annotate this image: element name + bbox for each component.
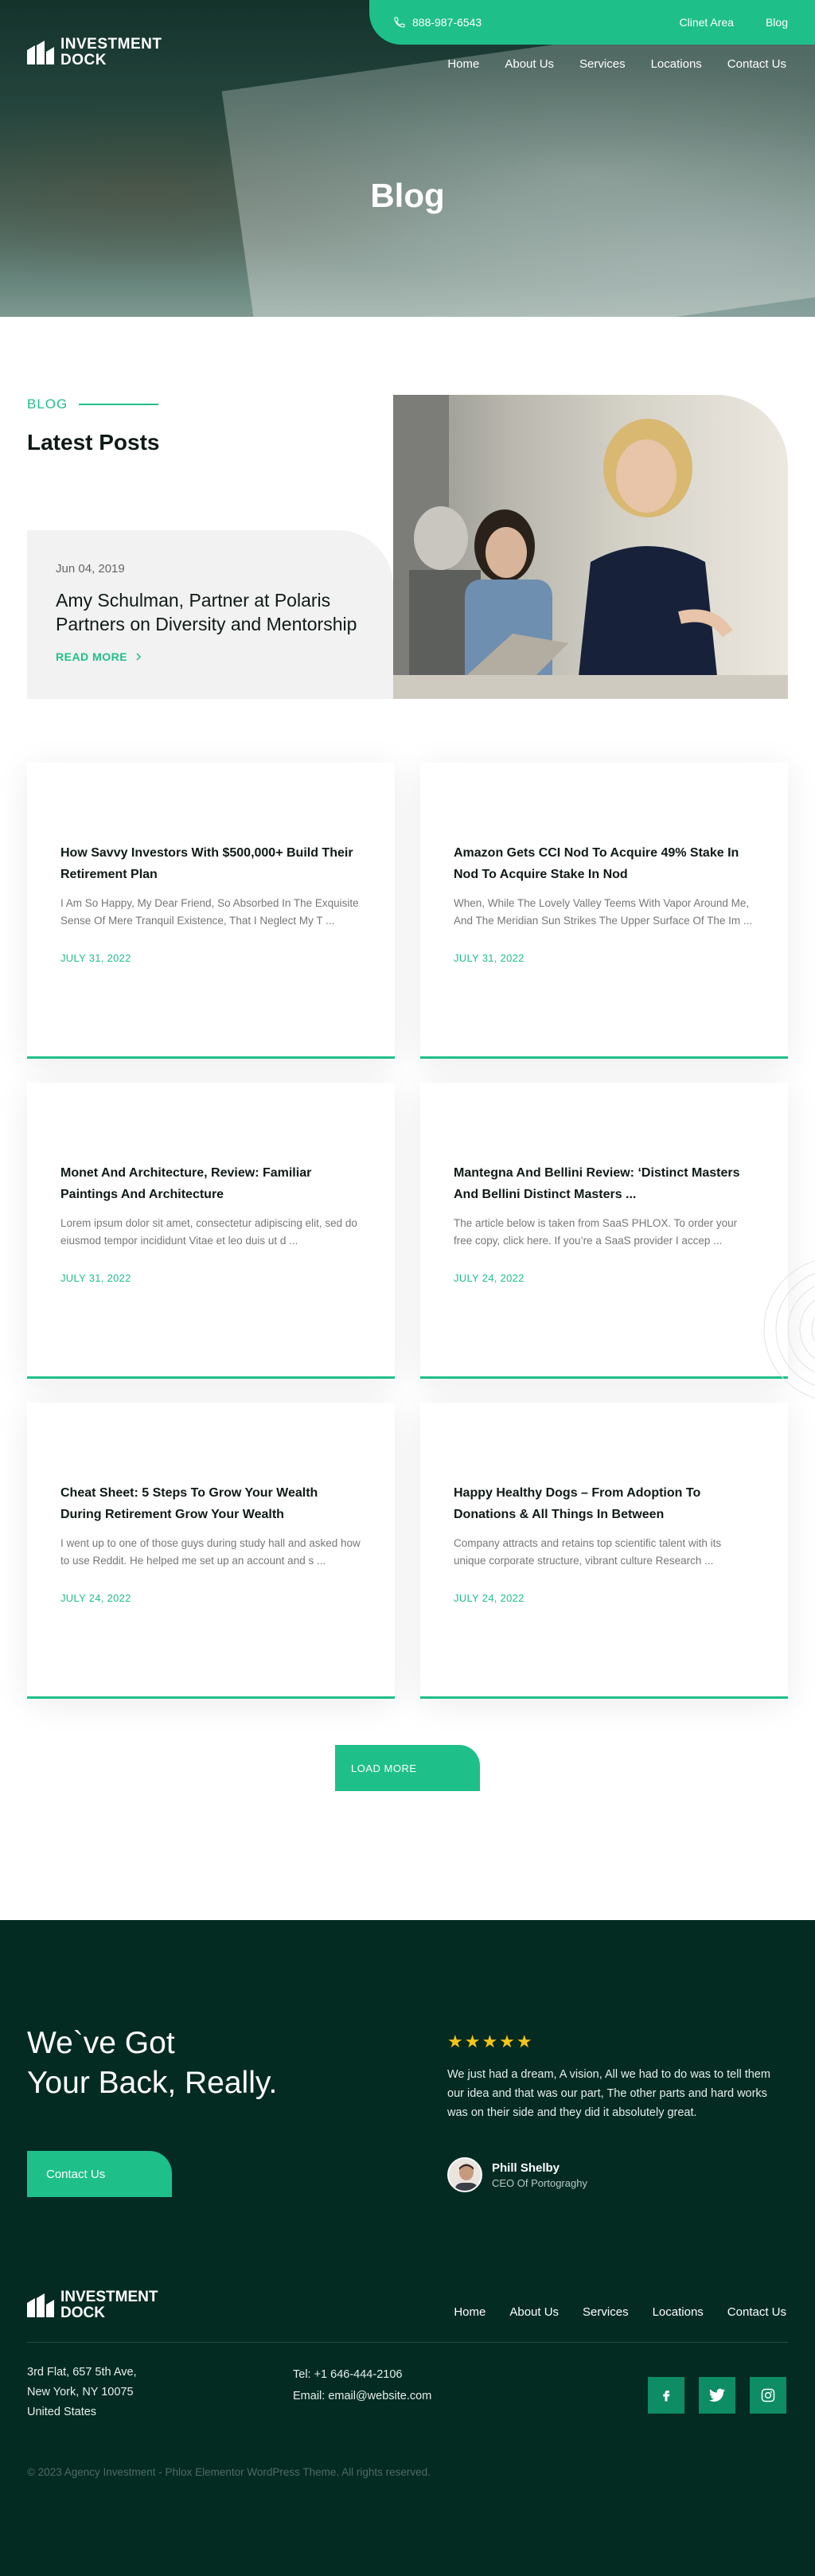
office-meeting-illustration bbox=[393, 395, 788, 699]
nav-home[interactable]: Home bbox=[447, 57, 479, 71]
post-card[interactable]: Amazon Gets CCI Nod To Acquire 49% Stake… bbox=[420, 763, 788, 1059]
post-card[interactable]: Monet And Architecture, Review: Familiar… bbox=[27, 1083, 395, 1379]
cta-heading-line1: We`ve Got bbox=[27, 2026, 175, 2060]
nav-services[interactable]: Services bbox=[579, 57, 626, 71]
post-excerpt: I Am So Happy, My Dear Friend, So Absorb… bbox=[60, 897, 359, 927]
post-title[interactable]: Amazon Gets CCI Nod To Acquire 49% Stake… bbox=[454, 842, 755, 885]
featured-post-image[interactable] bbox=[393, 395, 788, 699]
featured-post-card[interactable]: Jun 04, 2019 Amy Schulman, Partner at Po… bbox=[27, 530, 393, 699]
post-date: JULY 24, 2022 bbox=[454, 1592, 524, 1604]
reviewer-photo bbox=[449, 2159, 481, 2191]
footer-divider bbox=[27, 2342, 788, 2343]
instagram-button[interactable] bbox=[750, 2377, 786, 2414]
address-line: United States bbox=[27, 2406, 97, 2418]
post-date: JULY 31, 2022 bbox=[60, 1272, 131, 1284]
footer-nav-contact-us[interactable]: Contact Us bbox=[727, 2305, 786, 2319]
phone-contact[interactable]: 888-987-6543 bbox=[393, 16, 647, 29]
logo-text-line2: DOCK bbox=[60, 52, 107, 68]
phone-icon bbox=[394, 17, 405, 28]
main-nav: Home About Us Services Locations Contact… bbox=[447, 57, 786, 71]
top-bar: 888-987-6543 Clinet Area Blog bbox=[369, 0, 815, 45]
logo-icon bbox=[27, 41, 54, 64]
logo-text-line2: DOCK bbox=[60, 2305, 105, 2321]
copyright-text: © 2023 Agency Investment - Phlox Element… bbox=[27, 2466, 431, 2478]
nav-about-us[interactable]: About Us bbox=[505, 57, 554, 71]
post-date: JULY 24, 2022 bbox=[60, 1592, 131, 1604]
reviewer: Phill Shelby CEO Of Portograghy bbox=[447, 2157, 587, 2192]
telephone[interactable]: Tel: +1 646-444-2106 bbox=[293, 2364, 431, 2386]
reviewer-name: Phill Shelby bbox=[492, 2160, 560, 2175]
site-logo[interactable]: INVESTMENT DOCK bbox=[27, 37, 162, 68]
section-tag-label: BLOG bbox=[27, 396, 68, 412]
twitter-button[interactable] bbox=[699, 2377, 735, 2414]
blog-link[interactable]: Blog bbox=[766, 16, 788, 29]
cta-heading-line2: Your Back, Really. bbox=[27, 2066, 278, 2100]
footer-nav-home[interactable]: Home bbox=[454, 2305, 485, 2319]
post-card[interactable]: Cheat Sheet: 5 Steps To Grow Your Wealth… bbox=[27, 1403, 395, 1699]
nav-locations[interactable]: Locations bbox=[651, 57, 702, 71]
read-more-label: READ MORE bbox=[56, 650, 128, 663]
tag-underline bbox=[79, 404, 159, 405]
contact-block: Tel: +1 646-444-2106 Email: email@websit… bbox=[293, 2364, 431, 2407]
facebook-icon bbox=[663, 2391, 670, 2402]
latest-posts-heading: Latest Posts bbox=[27, 430, 160, 455]
testimonial-text: We just had a dream, A vision, All we ha… bbox=[447, 2068, 770, 2119]
client-area-link[interactable]: Clinet Area bbox=[679, 16, 733, 29]
post-card[interactable]: How Savvy Investors With $500,000+ Build… bbox=[27, 763, 395, 1059]
decorative-rings bbox=[763, 1260, 815, 1399]
social-links bbox=[648, 2377, 786, 2414]
read-more-link[interactable]: READ MORE bbox=[56, 650, 365, 663]
arrow-right-icon bbox=[136, 653, 142, 661]
post-title[interactable]: Mantegna And Bellini Review: ‘Distinct M… bbox=[454, 1162, 755, 1205]
post-excerpt: When, While The Lovely Valley Teems With… bbox=[454, 897, 753, 927]
avatar bbox=[447, 2157, 482, 2192]
post-card[interactable]: Happy Healthy Dogs – From Adoption To Do… bbox=[420, 1403, 788, 1699]
section-tag: BLOG bbox=[27, 396, 159, 412]
logo-text-line1: INVESTMENT bbox=[60, 36, 162, 53]
footer-nav-locations[interactable]: Locations bbox=[653, 2305, 704, 2319]
address-block: 3rd Flat, 657 5th Ave, New York, NY 1007… bbox=[27, 2363, 137, 2422]
logo-icon bbox=[27, 2293, 54, 2317]
post-date: JULY 31, 2022 bbox=[454, 952, 524, 964]
post-title[interactable]: Cheat Sheet: 5 Steps To Grow Your Wealth… bbox=[60, 1482, 361, 1525]
featured-post-date: Jun 04, 2019 bbox=[56, 562, 125, 576]
instagram-icon bbox=[761, 2388, 775, 2402]
twitter-icon bbox=[709, 2388, 725, 2402]
contact-us-button[interactable]: Contact Us bbox=[27, 2151, 172, 2197]
reviewer-role: CEO Of Portograghy bbox=[492, 2176, 587, 2189]
post-date: JULY 24, 2022 bbox=[454, 1272, 524, 1284]
email[interactable]: Email: email@website.com bbox=[293, 2386, 431, 2407]
load-more-button[interactable]: LOAD MORE bbox=[335, 1745, 480, 1791]
featured-post-title[interactable]: Amy Schulman, Partner at Polaris Partner… bbox=[56, 588, 365, 636]
footer-nav-services[interactable]: Services bbox=[583, 2305, 629, 2319]
rating-stars: ★★★★★ bbox=[447, 2032, 534, 2051]
facebook-button[interactable] bbox=[648, 2377, 684, 2414]
post-excerpt: I went up to one of those guys during st… bbox=[60, 1537, 361, 1567]
footer-nav: Home About Us Services Locations Contact… bbox=[454, 2305, 786, 2319]
post-title[interactable]: How Savvy Investors With $500,000+ Build… bbox=[60, 842, 361, 885]
address-line: New York, NY 10075 bbox=[27, 2386, 134, 2398]
post-date: JULY 31, 2022 bbox=[60, 952, 131, 964]
phone-number: 888-987-6543 bbox=[412, 16, 482, 29]
address-line: 3rd Flat, 657 5th Ave, bbox=[27, 2366, 137, 2379]
page-title: Blog bbox=[370, 177, 445, 214]
logo-text-line1: INVESTMENT bbox=[60, 2289, 158, 2305]
footer-nav-about-us[interactable]: About Us bbox=[509, 2305, 559, 2319]
hero-banner: 888-987-6543 Clinet Area Blog INVESTMENT… bbox=[0, 0, 815, 317]
post-title[interactable]: Monet And Architecture, Review: Familiar… bbox=[60, 1162, 361, 1205]
post-excerpt: The article below is taken from SaaS PHL… bbox=[454, 1217, 738, 1247]
cta-heading: We`ve Got Your Back, Really. bbox=[27, 2024, 277, 2103]
nav-contact-us[interactable]: Contact Us bbox=[727, 57, 786, 71]
footer: We`ve Got Your Back, Really. Contact Us … bbox=[0, 1920, 815, 2576]
footer-logo[interactable]: INVESTMENT DOCK bbox=[27, 2289, 158, 2321]
post-title[interactable]: Happy Healthy Dogs – From Adoption To Do… bbox=[454, 1482, 755, 1525]
post-excerpt: Company attracts and retains top scienti… bbox=[454, 1537, 722, 1567]
post-excerpt: Lorem ipsum dolor sit amet, consectetur … bbox=[60, 1217, 357, 1247]
